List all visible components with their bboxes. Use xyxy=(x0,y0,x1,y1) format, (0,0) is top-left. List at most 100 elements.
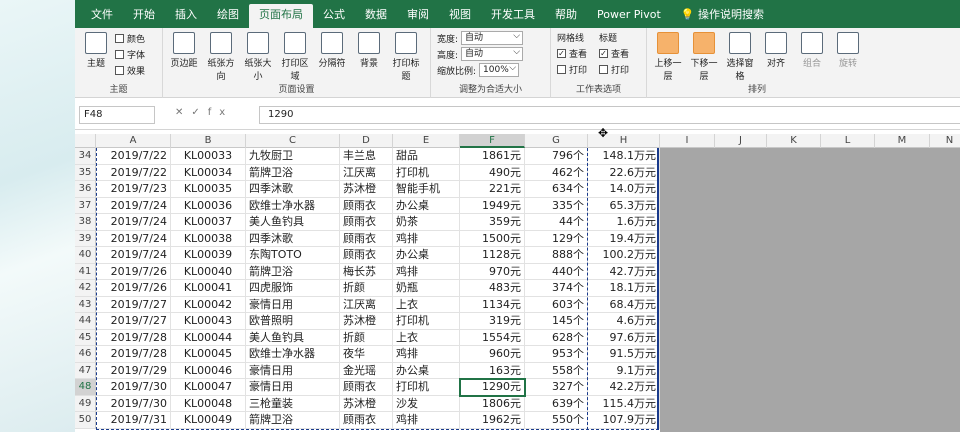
cell[interactable]: 沙发 xyxy=(393,395,460,412)
tab-1[interactable]: 开始 xyxy=(123,4,165,28)
height-select[interactable]: 自动 xyxy=(461,46,524,61)
row-header[interactable]: 34 xyxy=(75,148,96,165)
cell[interactable]: 2019/7/24 xyxy=(96,230,171,247)
cell[interactable]: 4.6万元 xyxy=(588,313,660,330)
cell[interactable]: KL00047 xyxy=(171,379,246,396)
cell[interactable]: 558个 xyxy=(525,362,588,379)
cell[interactable]: 634个 xyxy=(525,181,588,198)
cell[interactable]: 319元 xyxy=(460,313,525,330)
cell[interactable]: 智能手机 xyxy=(393,181,460,198)
cell[interactable]: KL00034 xyxy=(171,164,246,181)
row-header[interactable]: 45 xyxy=(75,329,96,346)
column-header-A[interactable]: A xyxy=(96,134,171,148)
cell[interactable]: 107.9万元 xyxy=(588,412,660,429)
cell[interactable]: 1134元 xyxy=(460,296,525,313)
tab-3[interactable]: 绘图 xyxy=(207,4,249,28)
cell[interactable]: 1962元 xyxy=(460,412,525,429)
cell[interactable]: 箭牌卫浴 xyxy=(246,412,340,429)
column-header-G[interactable]: G xyxy=(525,134,588,148)
page-setup-button-6[interactable]: 打印标题 xyxy=(389,32,423,82)
row-header[interactable]: 37 xyxy=(75,197,96,214)
cell[interactable]: KL00040 xyxy=(171,263,246,280)
page-setup-button-3[interactable]: 打印区域 xyxy=(278,32,312,82)
row-header[interactable]: 44 xyxy=(75,313,96,330)
column-header-M[interactable]: M xyxy=(875,134,930,148)
page-setup-button-1[interactable]: 纸张方向 xyxy=(204,32,238,82)
cell[interactable]: 888个 xyxy=(525,247,588,264)
cell[interactable]: 打印机 xyxy=(393,313,460,330)
cell[interactable]: 2019/7/28 xyxy=(96,346,171,363)
row-header[interactable]: 50 xyxy=(75,412,96,429)
cell[interactable]: 440个 xyxy=(525,263,588,280)
tab-2[interactable]: 插入 xyxy=(165,4,207,28)
cell[interactable]: 上衣 xyxy=(393,329,460,346)
cell[interactable]: KL00043 xyxy=(171,313,246,330)
tab-8[interactable]: 视图 xyxy=(439,4,481,28)
cell[interactable]: 四季沐歌 xyxy=(246,181,340,198)
column-header-F[interactable]: F xyxy=(460,134,525,148)
cell[interactable]: 四虎服饰 xyxy=(246,280,340,297)
cell[interactable]: 办公桌 xyxy=(393,197,460,214)
cell[interactable]: 359元 xyxy=(460,214,525,231)
row-header[interactable]: 43 xyxy=(75,296,96,313)
cell[interactable]: 796个 xyxy=(525,148,588,165)
arrange-button-4[interactable]: 组合 xyxy=(795,32,829,69)
cell[interactable]: 甜品 xyxy=(393,148,460,165)
cell[interactable]: 办公桌 xyxy=(393,362,460,379)
cell[interactable]: 163元 xyxy=(460,362,525,379)
column-header-D[interactable]: D xyxy=(340,134,393,148)
headings-view-checkbox[interactable]: ✓ 查看 xyxy=(599,47,629,60)
cell[interactable]: KL00036 xyxy=(171,197,246,214)
cell[interactable]: 483元 xyxy=(460,280,525,297)
theme-button[interactable]: 主题 xyxy=(79,32,113,69)
cell[interactable]: 2019/7/27 xyxy=(96,313,171,330)
cell[interactable]: 68.4万元 xyxy=(588,296,660,313)
cell[interactable]: 东陶TOTO xyxy=(246,247,340,264)
cell[interactable]: 18.1万元 xyxy=(588,280,660,297)
cell[interactable]: 梅长苏 xyxy=(340,263,393,280)
width-select[interactable]: 自动 xyxy=(461,30,524,45)
colors-button[interactable]: 颜色 xyxy=(115,32,145,45)
cell[interactable]: 19.4万元 xyxy=(588,230,660,247)
cell[interactable]: KL00038 xyxy=(171,230,246,247)
enter-icon[interactable]: ✓ xyxy=(191,107,207,118)
column-header-J[interactable]: J xyxy=(715,134,767,148)
cell[interactable]: 欧维士净水器 xyxy=(246,197,340,214)
column-header-N[interactable]: N xyxy=(930,134,960,148)
cell[interactable]: 2019/7/26 xyxy=(96,263,171,280)
row-header[interactable]: 41 xyxy=(75,263,96,280)
cell[interactable]: 鸡排 xyxy=(393,346,460,363)
cell[interactable]: 2019/7/28 xyxy=(96,329,171,346)
cell[interactable]: 1861元 xyxy=(460,148,525,165)
cell[interactable]: 江厌离 xyxy=(340,164,393,181)
cell[interactable]: 鸡排 xyxy=(393,412,460,429)
gridlines-view-checkbox[interactable]: ✓ 查看 xyxy=(557,47,587,60)
column-header-K[interactable]: K xyxy=(767,134,821,148)
cell[interactable]: 2019/7/22 xyxy=(96,148,171,165)
cell[interactable]: 九牧厨卫 xyxy=(246,148,340,165)
cell[interactable]: 夜华 xyxy=(340,346,393,363)
tab-4[interactable]: 页面布局 xyxy=(249,4,313,28)
cell[interactable]: 美人鱼钓具 xyxy=(246,329,340,346)
cell[interactable]: 豪情日用 xyxy=(246,362,340,379)
cell[interactable]: 箭牌卫浴 xyxy=(246,164,340,181)
cell[interactable]: KL00037 xyxy=(171,214,246,231)
cell[interactable]: 42.7万元 xyxy=(588,263,660,280)
cell[interactable]: 奶瓶 xyxy=(393,280,460,297)
cell[interactable]: 欧维士净水器 xyxy=(246,346,340,363)
cell[interactable]: 2019/7/22 xyxy=(96,164,171,181)
cell[interactable]: 14.0万元 xyxy=(588,181,660,198)
formula-input[interactable]: 1290 xyxy=(259,106,960,124)
cell[interactable]: KL00046 xyxy=(171,362,246,379)
cell[interactable]: KL00042 xyxy=(171,296,246,313)
tab-10[interactable]: 帮助 xyxy=(545,4,587,28)
headings-print-checkbox[interactable]: 打印 xyxy=(599,63,629,76)
cell[interactable]: 1500元 xyxy=(460,230,525,247)
cell[interactable]: 苏沐橙 xyxy=(340,313,393,330)
cell[interactable]: KL00035 xyxy=(171,181,246,198)
cell[interactable]: 奶茶 xyxy=(393,214,460,231)
cell[interactable]: 顾雨衣 xyxy=(340,230,393,247)
cell[interactable]: KL00041 xyxy=(171,280,246,297)
cell[interactable]: 折颜 xyxy=(340,280,393,297)
tab-5[interactable]: 公式 xyxy=(313,4,355,28)
